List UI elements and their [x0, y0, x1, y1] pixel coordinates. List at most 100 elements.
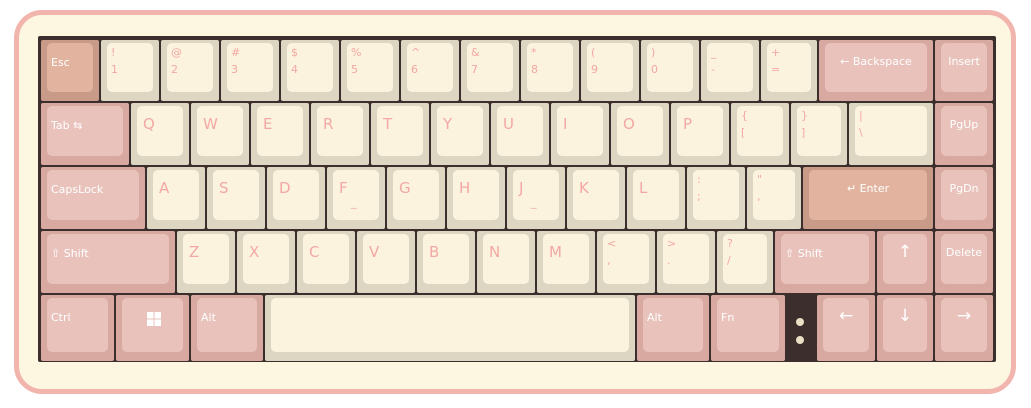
key-legend: O [623, 115, 635, 133]
key-legend: P [683, 115, 693, 133]
key-legend: ; [697, 190, 701, 203]
key-4[interactable]: $4 [280, 39, 340, 102]
key-pgup[interactable]: PgUp [934, 102, 994, 166]
key-a[interactable]: A [146, 166, 206, 230]
key-equal[interactable]: + = [760, 39, 818, 102]
key-j[interactable]: J _ [506, 166, 566, 230]
key-3[interactable]: #3 [220, 39, 280, 102]
key-tab[interactable]: Tab ⇆ [40, 102, 130, 166]
key-o[interactable]: O [610, 102, 670, 166]
key-legend: 0 [651, 63, 658, 76]
key-backspace[interactable]: ← Backspace [818, 39, 934, 102]
key-e[interactable]: E [250, 102, 310, 166]
key-legend: Esc [51, 56, 70, 69]
key-i[interactable]: I [550, 102, 610, 166]
key-1[interactable]: ! 1 [100, 39, 160, 102]
key-legend: PgUp [949, 118, 979, 131]
key-y[interactable]: Y [430, 102, 490, 166]
key-legend: M [549, 243, 562, 261]
key-g[interactable]: G [386, 166, 446, 230]
key-legend: 9 [591, 63, 598, 76]
key-pgdn[interactable]: PgDn [934, 166, 994, 230]
key-w[interactable]: W [190, 102, 250, 166]
key-legend: ⇧ Shift [785, 247, 823, 260]
key-ralt[interactable]: Alt [636, 294, 710, 362]
key-legend: ( [591, 46, 596, 59]
key-win[interactable] [115, 294, 190, 362]
key-l[interactable]: L [626, 166, 686, 230]
keycap-top [271, 298, 629, 352]
key-p[interactable]: P [670, 102, 730, 166]
key-legend: 6 [411, 63, 418, 76]
key-rshift[interactable]: ⇧ Shift [774, 230, 876, 294]
key-legend: _ [351, 196, 357, 209]
key-0[interactable]: ) 0 [640, 39, 700, 102]
key-5[interactable]: % 5 [340, 39, 400, 102]
key-9[interactable]: (9 [580, 39, 640, 102]
key-x[interactable]: X [236, 230, 296, 294]
key-h[interactable]: H [446, 166, 506, 230]
key-period[interactable]: >. [656, 230, 716, 294]
key-lbracket[interactable]: {[ [730, 102, 790, 166]
key-lshift[interactable]: ⇧ Shift [40, 230, 176, 294]
key-legend: } [801, 109, 808, 122]
key-u[interactable]: U [490, 102, 550, 166]
keycap-top [941, 234, 987, 284]
key-minus[interactable]: _ - [700, 39, 760, 102]
key-legend: - [711, 63, 715, 76]
keycap-top [717, 298, 779, 352]
key-legend: _ [531, 196, 537, 209]
key-v[interactable]: V [356, 230, 416, 294]
key-legend: < [607, 237, 617, 250]
key-k[interactable]: K [566, 166, 626, 230]
key-q[interactable]: Q [130, 102, 190, 166]
key-legend: ? [727, 237, 733, 250]
key-s[interactable]: S [206, 166, 266, 230]
key-right[interactable]: → [934, 294, 994, 362]
key-r[interactable]: R [310, 102, 370, 166]
key-n[interactable]: N [476, 230, 536, 294]
key-t[interactable]: T [370, 102, 430, 166]
keycap-top [855, 106, 927, 156]
key-esc[interactable]: Esc [40, 39, 100, 102]
key-left[interactable]: ← [816, 294, 876, 362]
key-delete[interactable]: Delete [934, 230, 994, 294]
key-legend: 2 [171, 63, 178, 76]
key-down[interactable]: ↓ [876, 294, 934, 362]
key-m[interactable]: M [536, 230, 596, 294]
key-rbracket[interactable]: }] [790, 102, 848, 166]
key-legend: → [956, 306, 972, 326]
key-quote[interactable]: ", [746, 166, 802, 230]
key-z[interactable]: Z [176, 230, 236, 294]
key-8[interactable]: * 8 [520, 39, 580, 102]
key-legend: . [667, 254, 671, 267]
key-up[interactable]: ↑ [876, 230, 934, 294]
key-legend: Q [143, 115, 155, 133]
key-b[interactable]: B [416, 230, 476, 294]
key-capslock[interactable]: CapsLock [40, 166, 146, 230]
key-legend: Alt [647, 311, 662, 324]
key-7[interactable]: & 7 [460, 39, 520, 102]
key-slash[interactable]: ? / [716, 230, 774, 294]
key-legend: ↓ [897, 306, 913, 326]
key-enter[interactable]: ↵ Enter [802, 166, 934, 230]
key-legend: _ [711, 46, 717, 59]
key-ctrl[interactable]: Ctrl [40, 294, 115, 362]
key-legend: / [727, 254, 731, 267]
key-d[interactable]: D [266, 166, 326, 230]
key-lalt[interactable]: Alt [190, 294, 264, 362]
key-comma[interactable]: <, [596, 230, 656, 294]
key-legend: @ [171, 46, 182, 59]
key-f[interactable]: F _ [326, 166, 386, 230]
key-space[interactable] [264, 294, 636, 362]
key-insert[interactable]: Insert [934, 39, 994, 102]
key-legend: [ [741, 126, 746, 139]
key-legend: : [697, 173, 701, 186]
key-backslash[interactable]: | \ [848, 102, 934, 166]
key-2[interactable]: @2 [160, 39, 220, 102]
key-6[interactable]: ^ 6 [400, 39, 460, 102]
keycap-top [941, 106, 987, 156]
key-semicolon[interactable]: :; [686, 166, 746, 230]
key-c[interactable]: C [296, 230, 356, 294]
key-fn[interactable]: Fn [710, 294, 786, 362]
